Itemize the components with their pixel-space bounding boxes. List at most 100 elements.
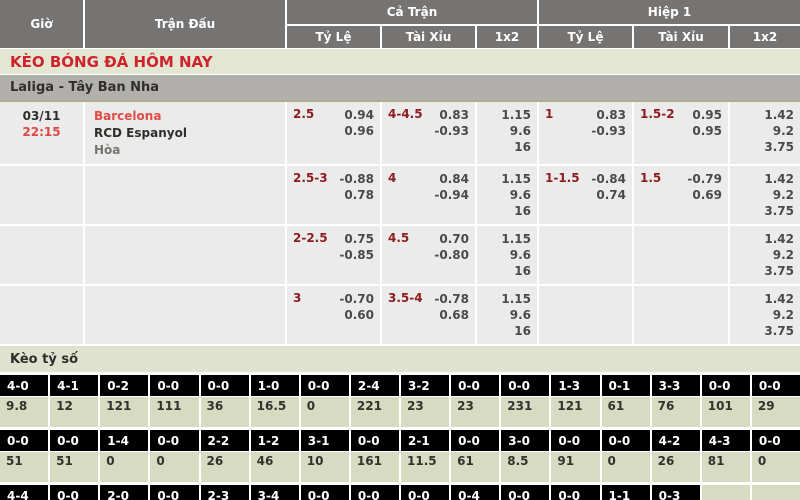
score-odds[interactable]: 61 bbox=[602, 397, 650, 427]
h1-1x2-cell[interactable]: 1.429.23.75 bbox=[730, 286, 800, 344]
score-label[interactable]: 4-1 bbox=[50, 375, 98, 396]
score-label[interactable]: 4-0 bbox=[0, 375, 48, 396]
score-label[interactable]: 2-3 bbox=[201, 485, 249, 500]
ft-handicap-cell[interactable]: 2.5-3 -0.880.78 bbox=[287, 166, 380, 224]
score-label[interactable]: 2-1 bbox=[401, 430, 449, 451]
score-odds[interactable]: 29 bbox=[752, 397, 800, 427]
ft-handicap-cell[interactable]: 3 -0.700.60 bbox=[287, 286, 380, 344]
score-label[interactable]: 0-0 bbox=[602, 430, 650, 451]
score-label[interactable]: 2-2 bbox=[201, 430, 249, 451]
score-label[interactable]: 2-0 bbox=[100, 485, 148, 500]
score-label[interactable]: 4-3 bbox=[702, 430, 750, 451]
score-label[interactable]: 0-0 bbox=[451, 375, 499, 396]
score-odds[interactable]: 76 bbox=[652, 397, 700, 427]
score-label[interactable]: 0-0 bbox=[201, 375, 249, 396]
score-label[interactable]: 3-3 bbox=[652, 375, 700, 396]
score-odds[interactable]: 101 bbox=[702, 397, 750, 427]
score-odds[interactable]: 16.5 bbox=[251, 397, 299, 427]
score-label[interactable]: 2-4 bbox=[351, 375, 399, 396]
score-label[interactable]: 0-0 bbox=[551, 485, 599, 500]
score-odds[interactable]: 161 bbox=[351, 452, 399, 482]
score-label[interactable]: 0-0 bbox=[752, 375, 800, 396]
ft-overunder-cell[interactable]: 4 0.84-0.94 bbox=[382, 166, 475, 224]
score-label[interactable]: 0-0 bbox=[150, 375, 198, 396]
away-team-name[interactable]: RCD Espanyol bbox=[94, 125, 279, 142]
ft-1x2-cell[interactable]: 1.159.616 bbox=[477, 166, 537, 224]
score-label[interactable]: 0-0 bbox=[501, 375, 549, 396]
score-label[interactable]: 0-0 bbox=[702, 375, 750, 396]
score-odds[interactable]: 51 bbox=[0, 452, 48, 482]
score-label[interactable]: 0-4 bbox=[451, 485, 499, 500]
score-odds[interactable]: 0 bbox=[100, 452, 148, 482]
ft-overunder-cell[interactable]: 4.5 0.70-0.80 bbox=[382, 226, 475, 284]
h1-1x2-cell[interactable]: 1.429.23.75 bbox=[730, 102, 800, 164]
ft-overunder-cell[interactable]: 4-4.5 0.83-0.93 bbox=[382, 102, 475, 164]
score-odds[interactable]: 0 bbox=[150, 452, 198, 482]
score-label[interactable]: 0-0 bbox=[50, 485, 98, 500]
score-odds[interactable]: 23 bbox=[451, 397, 499, 427]
score-label[interactable]: 1-0 bbox=[251, 375, 299, 396]
score-label[interactable]: 1-3 bbox=[551, 375, 599, 396]
score-label[interactable]: 0-0 bbox=[551, 430, 599, 451]
score-odds[interactable]: 0 bbox=[301, 397, 349, 427]
score-odds[interactable]: 26 bbox=[652, 452, 700, 482]
score-odds[interactable]: 11.5 bbox=[401, 452, 449, 482]
h1-1x2-cell[interactable]: 1.429.23.75 bbox=[730, 166, 800, 224]
score-odds[interactable]: 121 bbox=[551, 397, 599, 427]
score-label[interactable]: 1-2 bbox=[251, 430, 299, 451]
score-label[interactable]: 0-0 bbox=[351, 430, 399, 451]
score-label[interactable]: 0-1 bbox=[602, 375, 650, 396]
score-label[interactable]: 0-0 bbox=[0, 430, 48, 451]
score-odds[interactable]: 91 bbox=[551, 452, 599, 482]
score-label[interactable]: 0-3 bbox=[652, 485, 700, 500]
score-label[interactable]: 3-2 bbox=[401, 375, 449, 396]
ft-handicap-cell[interactable]: 2.5 0.940.96 bbox=[287, 102, 380, 164]
h1-1x2-cell[interactable]: 1.429.23.75 bbox=[730, 226, 800, 284]
score-odds[interactable]: 61 bbox=[451, 452, 499, 482]
h1-handicap-cell[interactable]: 1-1.5 -0.840.74 bbox=[539, 166, 632, 224]
score-label[interactable]: 3-1 bbox=[301, 430, 349, 451]
h1-handicap-cell[interactable]: 1 0.83-0.93 bbox=[539, 102, 632, 164]
score-odds[interactable]: 23 bbox=[401, 397, 449, 427]
score-odds[interactable]: 111 bbox=[150, 397, 198, 427]
h1-overunder-cell[interactable]: 1.5-2 0.950.95 bbox=[634, 102, 728, 164]
score-odds[interactable]: 10 bbox=[301, 452, 349, 482]
ft-1x2-cell[interactable]: 1.159.616 bbox=[477, 286, 537, 344]
score-odds[interactable]: 121 bbox=[100, 397, 148, 427]
score-label[interactable]: 0-0 bbox=[501, 485, 549, 500]
score-label[interactable]: 0-2 bbox=[100, 375, 148, 396]
score-label[interactable]: 4-2 bbox=[652, 430, 700, 451]
ft-1x2-cell[interactable]: 1.159.616 bbox=[477, 102, 537, 164]
ft-1x2-cell[interactable]: 1.159.616 bbox=[477, 226, 537, 284]
score-label[interactable]: 3-4 bbox=[251, 485, 299, 500]
score-odds[interactable]: 8.5 bbox=[501, 452, 549, 482]
score-label[interactable]: 0-0 bbox=[150, 430, 198, 451]
h1-overunder-cell[interactable]: 1.5 -0.790.69 bbox=[634, 166, 728, 224]
score-odds[interactable]: 81 bbox=[702, 452, 750, 482]
score-odds[interactable]: 12 bbox=[50, 397, 98, 427]
score-odds[interactable]: 231 bbox=[501, 397, 549, 427]
score-label[interactable]: 0-0 bbox=[401, 485, 449, 500]
score-label[interactable]: 1-1 bbox=[602, 485, 650, 500]
score-label[interactable]: 1-4 bbox=[100, 430, 148, 451]
score-odds[interactable]: 26 bbox=[201, 452, 249, 482]
ft-overunder-cell[interactable]: 3.5-4 -0.780.68 bbox=[382, 286, 475, 344]
score-odds[interactable]: 0 bbox=[752, 452, 800, 482]
score-label[interactable]: 0-0 bbox=[351, 485, 399, 500]
score-odds[interactable]: 221 bbox=[351, 397, 399, 427]
score-odds[interactable]: 9.8 bbox=[0, 397, 48, 427]
home-team-name[interactable]: Barcelona bbox=[94, 108, 279, 125]
score-odds[interactable]: 0 bbox=[602, 452, 650, 482]
score-odds[interactable]: 51 bbox=[50, 452, 98, 482]
score-label[interactable]: 3-0 bbox=[501, 430, 549, 451]
score-odds[interactable]: 36 bbox=[201, 397, 249, 427]
score-label[interactable]: 0-0 bbox=[752, 430, 800, 451]
score-label[interactable]: 0-0 bbox=[50, 430, 98, 451]
score-odds[interactable]: 46 bbox=[251, 452, 299, 482]
score-label[interactable]: 0-0 bbox=[150, 485, 198, 500]
score-label[interactable]: 0-0 bbox=[301, 375, 349, 396]
score-label[interactable]: 0-0 bbox=[451, 430, 499, 451]
score-label[interactable]: 0-0 bbox=[301, 485, 349, 500]
score-label[interactable]: 4-4 bbox=[0, 485, 48, 500]
ft-handicap-cell[interactable]: 2-2.5 0.75-0.85 bbox=[287, 226, 380, 284]
